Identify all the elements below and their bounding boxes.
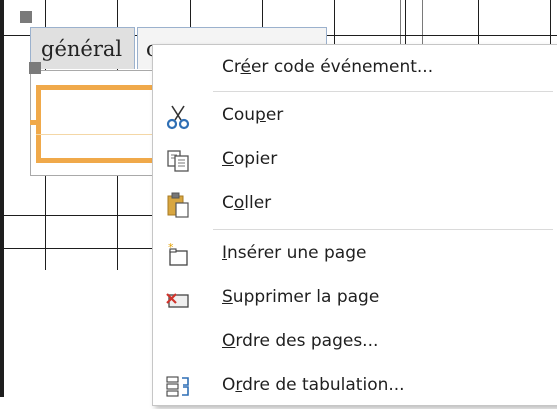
paste-icon bbox=[167, 192, 189, 218]
menu-item-label: Supprimer la page bbox=[222, 287, 380, 307]
selection-inner-line bbox=[36, 134, 166, 135]
grid-line bbox=[422, 0, 423, 44]
menu-item-label: Insérer une page bbox=[222, 243, 367, 263]
grid-line bbox=[405, 0, 406, 44]
svg-text:*: * bbox=[168, 241, 174, 254]
resize-handle[interactable] bbox=[20, 11, 32, 23]
menu-item-label: Couper bbox=[222, 105, 284, 125]
menu-item-label: Ordre de tabulation... bbox=[222, 375, 405, 395]
selection-border-bottom bbox=[36, 158, 166, 163]
menu-item-delete-page[interactable]: Supprimer la page bbox=[153, 277, 557, 321]
menu-item-insert-page[interactable]: * Insérer une page bbox=[153, 233, 557, 277]
grid-left-edge bbox=[0, 0, 4, 397]
menu-item-label: Ordre des pages... bbox=[222, 331, 379, 351]
grid-line bbox=[550, 0, 551, 44]
menu-item-create-event-code[interactable]: Créer code événement... bbox=[153, 47, 557, 91]
grid-line bbox=[334, 0, 335, 44]
menu-separator bbox=[213, 91, 553, 92]
menu-item-paste[interactable]: Coller bbox=[153, 183, 557, 227]
copy-icon bbox=[167, 150, 189, 172]
selection-border-top bbox=[36, 85, 166, 90]
grid-line bbox=[400, 0, 401, 44]
menu-item-label: Copier bbox=[222, 149, 278, 169]
grid-line bbox=[478, 0, 479, 44]
grid-line bbox=[4, 215, 154, 216]
menu-item-cut[interactable]: Couper bbox=[153, 95, 557, 139]
menu-item-copy[interactable]: Copier bbox=[153, 139, 557, 183]
insert-page-icon: * bbox=[168, 241, 188, 266]
menu-item-label: Coller bbox=[222, 193, 272, 213]
context-menu: Créer code événement... Couper Copier Co… bbox=[152, 44, 557, 406]
delete-page-icon bbox=[166, 293, 189, 308]
selection-tick bbox=[30, 120, 38, 125]
scissors-icon bbox=[166, 105, 190, 130]
menu-item-page-order[interactable]: Ordre des pages... bbox=[153, 321, 557, 365]
menu-item-tab-order[interactable]: Ordre de tabulation... bbox=[153, 365, 557, 409]
menu-separator bbox=[213, 229, 553, 230]
resize-handle[interactable] bbox=[29, 62, 41, 74]
grid-line bbox=[4, 248, 154, 249]
tab-order-icon bbox=[166, 376, 189, 397]
menu-item-label: Créer code événement... bbox=[222, 57, 434, 77]
tab-general[interactable]: général bbox=[30, 27, 135, 69]
